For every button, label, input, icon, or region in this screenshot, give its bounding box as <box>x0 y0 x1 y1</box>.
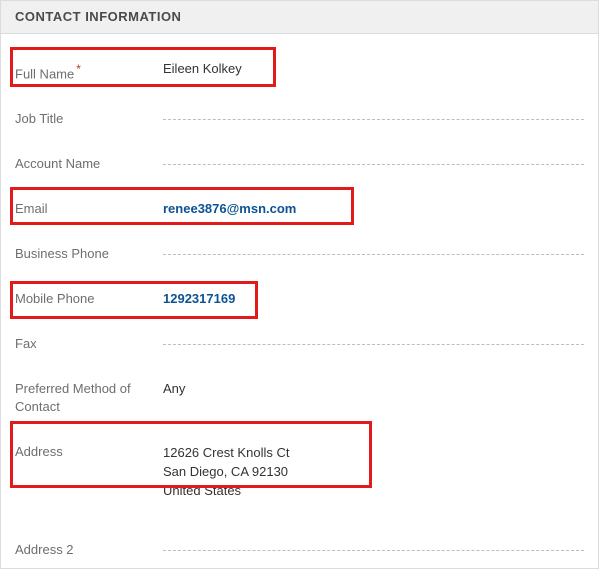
field-address-2[interactable]: Address 2 <box>15 527 584 572</box>
value-wrap: Eileen Kolkey <box>163 59 584 78</box>
field-email[interactable]: Email renee3876@msn.com <box>15 186 584 231</box>
value-wrap <box>163 334 584 345</box>
label-account-name: Account Name <box>15 154 163 173</box>
label-business-phone: Business Phone <box>15 244 163 263</box>
section-header: CONTACT INFORMATION <box>1 1 598 34</box>
label-text: Email <box>15 201 48 216</box>
empty-indicator <box>163 254 584 255</box>
label-full-name: Full Name* <box>15 59 163 83</box>
value-full-name: Eileen Kolkey <box>163 59 584 78</box>
empty-indicator <box>163 344 584 345</box>
value-wrap <box>163 154 584 165</box>
value-email[interactable]: renee3876@msn.com <box>163 199 584 218</box>
value-wrap <box>163 540 584 551</box>
value-wrap <box>163 244 584 255</box>
section-title: CONTACT INFORMATION <box>15 9 181 24</box>
label-email: Email <box>15 199 163 218</box>
value-mobile-phone[interactable]: 1292317169 <box>163 289 584 308</box>
label-fax: Fax <box>15 334 163 353</box>
empty-indicator <box>163 119 584 120</box>
label-address: Address <box>15 442 163 461</box>
label-text: Full Name <box>15 66 74 81</box>
value-address: 12626 Crest Knolls CtSan Diego, CA 92130… <box>163 442 584 500</box>
empty-indicator <box>163 550 584 551</box>
field-mobile-phone[interactable]: Mobile Phone 1292317169 <box>15 276 584 321</box>
label-text: Account Name <box>15 156 100 171</box>
label-text: Address 2 <box>15 542 74 557</box>
value-wrap: Any <box>163 379 584 398</box>
value-wrap: 12626 Crest Knolls CtSan Diego, CA 92130… <box>163 442 584 500</box>
value-wrap <box>163 109 584 120</box>
form-body: Full Name* Eileen Kolkey Job Title Accou… <box>1 34 598 572</box>
field-preferred-method[interactable]: Preferred Method of Contact Any <box>15 366 584 429</box>
field-fax[interactable]: Fax <box>15 321 584 366</box>
field-account-name[interactable]: Account Name <box>15 141 584 186</box>
label-text: Preferred Method of Contact <box>15 381 131 414</box>
field-address[interactable]: Address 12626 Crest Knolls CtSan Diego, … <box>15 429 584 513</box>
label-text: Mobile Phone <box>15 291 95 306</box>
value-wrap: renee3876@msn.com <box>163 199 584 218</box>
label-address-2: Address 2 <box>15 540 163 559</box>
contact-information-panel: CONTACT INFORMATION Full Name* Eileen Ko… <box>0 0 599 569</box>
label-text: Fax <box>15 336 37 351</box>
field-job-title[interactable]: Job Title <box>15 96 584 141</box>
label-mobile-phone: Mobile Phone <box>15 289 163 308</box>
label-preferred-method: Preferred Method of Contact <box>15 379 163 416</box>
required-asterisk-icon: * <box>76 62 81 76</box>
label-text: Job Title <box>15 111 63 126</box>
value-wrap: 1292317169 <box>163 289 584 308</box>
label-text: Business Phone <box>15 246 109 261</box>
label-job-title: Job Title <box>15 109 163 128</box>
field-business-phone[interactable]: Business Phone <box>15 231 584 276</box>
field-full-name[interactable]: Full Name* Eileen Kolkey <box>15 46 584 96</box>
label-text: Address <box>15 444 63 459</box>
empty-indicator <box>163 164 584 165</box>
value-preferred-method: Any <box>163 379 584 398</box>
